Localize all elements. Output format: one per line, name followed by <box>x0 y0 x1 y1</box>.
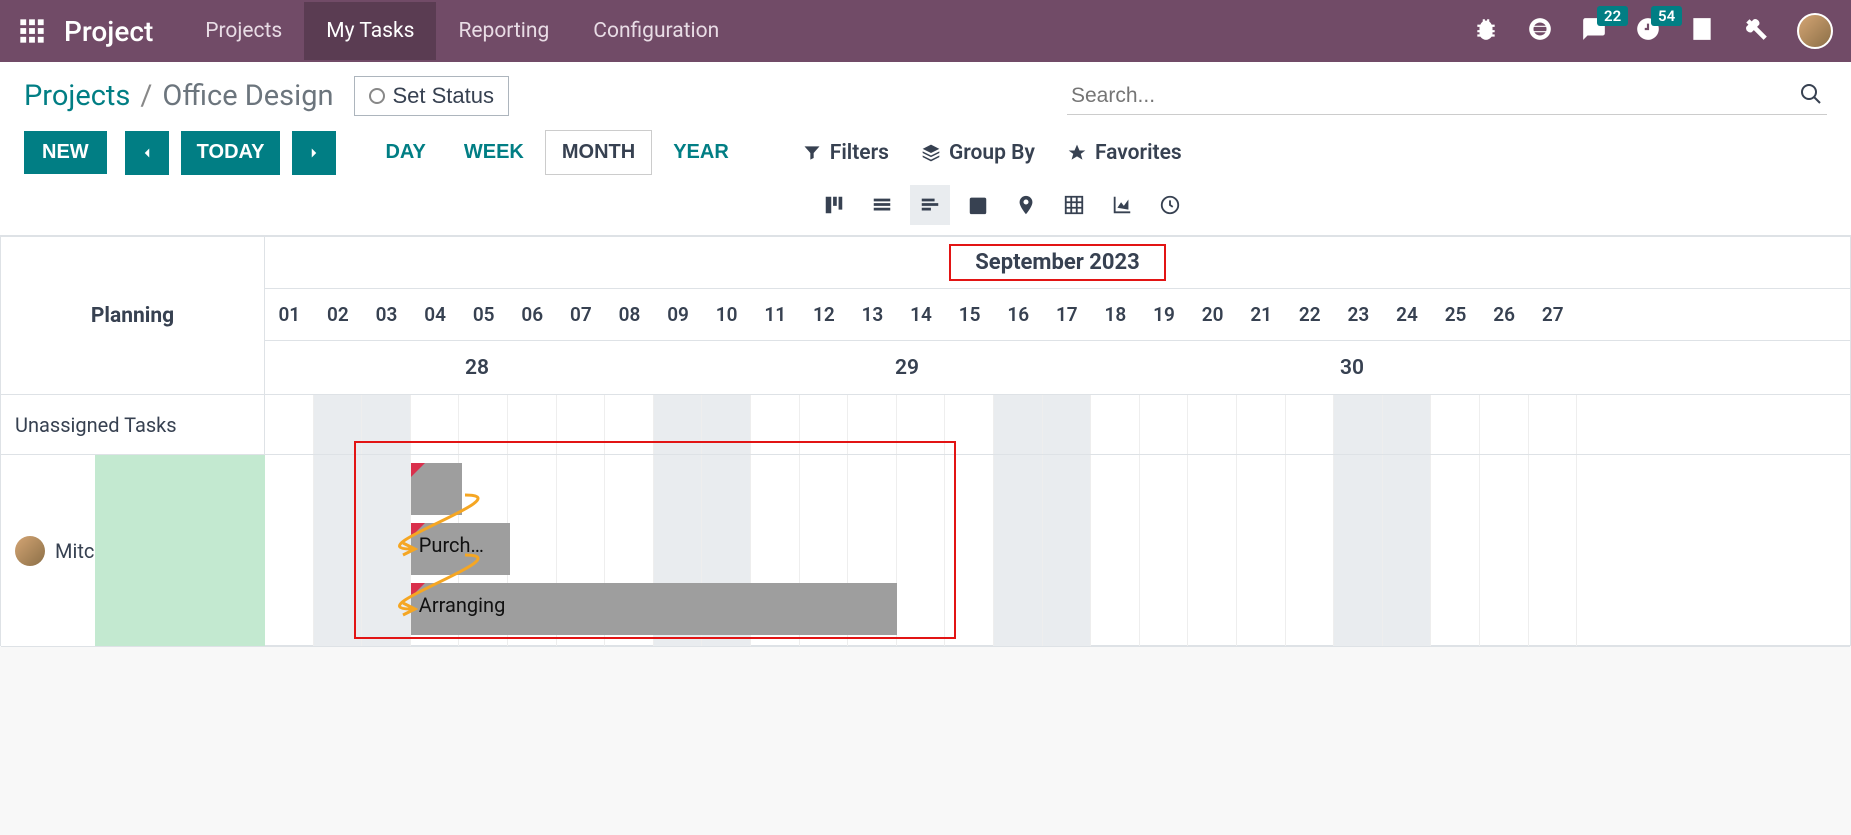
day-header-26: 26 <box>1480 289 1529 340</box>
gantt-view: Planning September 2023 0102030405060708… <box>0 236 1851 646</box>
row-mitchell-track[interactable]: Purch…Arranging <box>265 455 1850 647</box>
month-label: September 2023 <box>949 244 1165 281</box>
nav-my-tasks[interactable]: My Tasks <box>304 2 436 60</box>
filter-group: Filters Group By Favorites <box>802 141 1182 165</box>
view-gantt-icon[interactable] <box>910 185 950 225</box>
day-header-24: 24 <box>1383 289 1432 340</box>
breadcrumb-projects-link[interactable]: Projects <box>24 79 130 113</box>
day-header-16: 16 <box>994 289 1043 340</box>
messages-icon[interactable]: 22 <box>1581 16 1607 46</box>
week-header-row: 28 29 30 <box>265 341 1850 395</box>
groupby-button[interactable]: Group By <box>921 141 1035 165</box>
nav-projects[interactable]: Projects <box>183 2 304 60</box>
week-label-29: 29 <box>895 341 919 395</box>
day-header-23: 23 <box>1334 289 1383 340</box>
day-header-09: 09 <box>654 289 703 340</box>
week-label-30: 30 <box>1340 341 1364 395</box>
search-icon[interactable] <box>1799 82 1823 110</box>
week-label-28: 28 <box>465 341 489 395</box>
control-panel: Projects / Office Design Set Status NEW … <box>0 62 1851 236</box>
set-status-button[interactable]: Set Status <box>354 76 510 116</box>
day-header-row: 0102030405060708091011121314151617181920… <box>265 289 1850 341</box>
day-header-13: 13 <box>848 289 897 340</box>
day-header-20: 20 <box>1188 289 1237 340</box>
day-header-18: 18 <box>1091 289 1140 340</box>
navbar-right: 22 54 <box>1473 13 1833 49</box>
day-header-04: 04 <box>411 289 460 340</box>
new-button[interactable]: NEW <box>24 131 107 174</box>
day-header-12: 12 <box>800 289 849 340</box>
search-wrap <box>1067 78 1827 115</box>
today-button[interactable]: TODAY <box>181 131 281 175</box>
row-unassigned[interactable]: Unassigned Tasks <box>1 395 265 455</box>
scale-week[interactable]: WEEK <box>447 130 541 175</box>
scale-day[interactable]: DAY <box>368 130 442 175</box>
day-header-05: 05 <box>459 289 508 340</box>
filters-button[interactable]: Filters <box>802 141 889 165</box>
view-pivot-icon[interactable] <box>1054 185 1094 225</box>
breadcrumb-sep: / <box>140 79 152 113</box>
favorites-button[interactable]: Favorites <box>1067 141 1182 165</box>
day-header-15: 15 <box>945 289 994 340</box>
view-list-icon[interactable] <box>862 185 902 225</box>
activities-icon[interactable]: 54 <box>1635 16 1661 46</box>
view-map-icon[interactable] <box>1006 185 1046 225</box>
day-header-21: 21 <box>1237 289 1286 340</box>
day-header-11: 11 <box>751 289 800 340</box>
day-header-01: 01 <box>265 289 314 340</box>
view-graph-icon[interactable] <box>1102 185 1142 225</box>
highlight-box <box>354 441 957 639</box>
day-header-08: 08 <box>605 289 654 340</box>
filters-label: Filters <box>830 141 889 165</box>
view-calendar-icon[interactable] <box>958 185 998 225</box>
apps-icon[interactable] <box>18 17 46 45</box>
breadcrumb-current: Office Design <box>162 79 333 113</box>
view-activity-icon[interactable] <box>1150 185 1190 225</box>
day-header-14: 14 <box>897 289 946 340</box>
day-header-06: 06 <box>508 289 557 340</box>
mitchell-avatar <box>15 536 45 566</box>
view-switcher <box>814 185 1827 225</box>
top-navbar: Project Projects My Tasks Reporting Conf… <box>0 0 1851 62</box>
prev-button[interactable] <box>125 131 169 175</box>
status-circle-icon <box>369 88 385 104</box>
scale-year[interactable]: YEAR <box>656 130 746 175</box>
user-avatar[interactable] <box>1797 13 1833 49</box>
activities-badge: 54 <box>1651 6 1682 26</box>
app-brand[interactable]: Project <box>64 15 153 48</box>
scale-group: DAY WEEK MONTH YEAR <box>368 130 745 175</box>
tools-icon[interactable] <box>1743 16 1769 46</box>
nav-reporting[interactable]: Reporting <box>436 2 571 60</box>
nav-configuration[interactable]: Configuration <box>571 2 741 60</box>
today-highlight <box>95 455 265 646</box>
day-header-27: 27 <box>1528 289 1577 340</box>
bug-icon[interactable] <box>1473 16 1499 46</box>
day-header-17: 17 <box>1043 289 1092 340</box>
groupby-label: Group By <box>949 141 1035 165</box>
messages-badge: 22 <box>1597 6 1628 26</box>
day-header-19: 19 <box>1140 289 1189 340</box>
day-header-25: 25 <box>1431 289 1480 340</box>
day-header-22: 22 <box>1285 289 1334 340</box>
day-header-02: 02 <box>314 289 363 340</box>
company-icon[interactable] <box>1689 16 1715 46</box>
day-header-10: 10 <box>702 289 751 340</box>
day-header-03: 03 <box>362 289 411 340</box>
gantt-planning-label: Planning <box>1 237 265 395</box>
breadcrumb: Projects / Office Design <box>24 79 334 113</box>
search-input[interactable] <box>1067 78 1827 115</box>
next-button[interactable] <box>292 131 336 175</box>
set-status-label: Set Status <box>393 83 495 109</box>
scale-month[interactable]: MONTH <box>545 130 652 175</box>
support-icon[interactable] <box>1527 16 1553 46</box>
view-kanban-icon[interactable] <box>814 185 854 225</box>
favorites-label: Favorites <box>1095 141 1182 165</box>
day-header-07: 07 <box>557 289 606 340</box>
row-unassigned-label: Unassigned Tasks <box>15 413 177 437</box>
